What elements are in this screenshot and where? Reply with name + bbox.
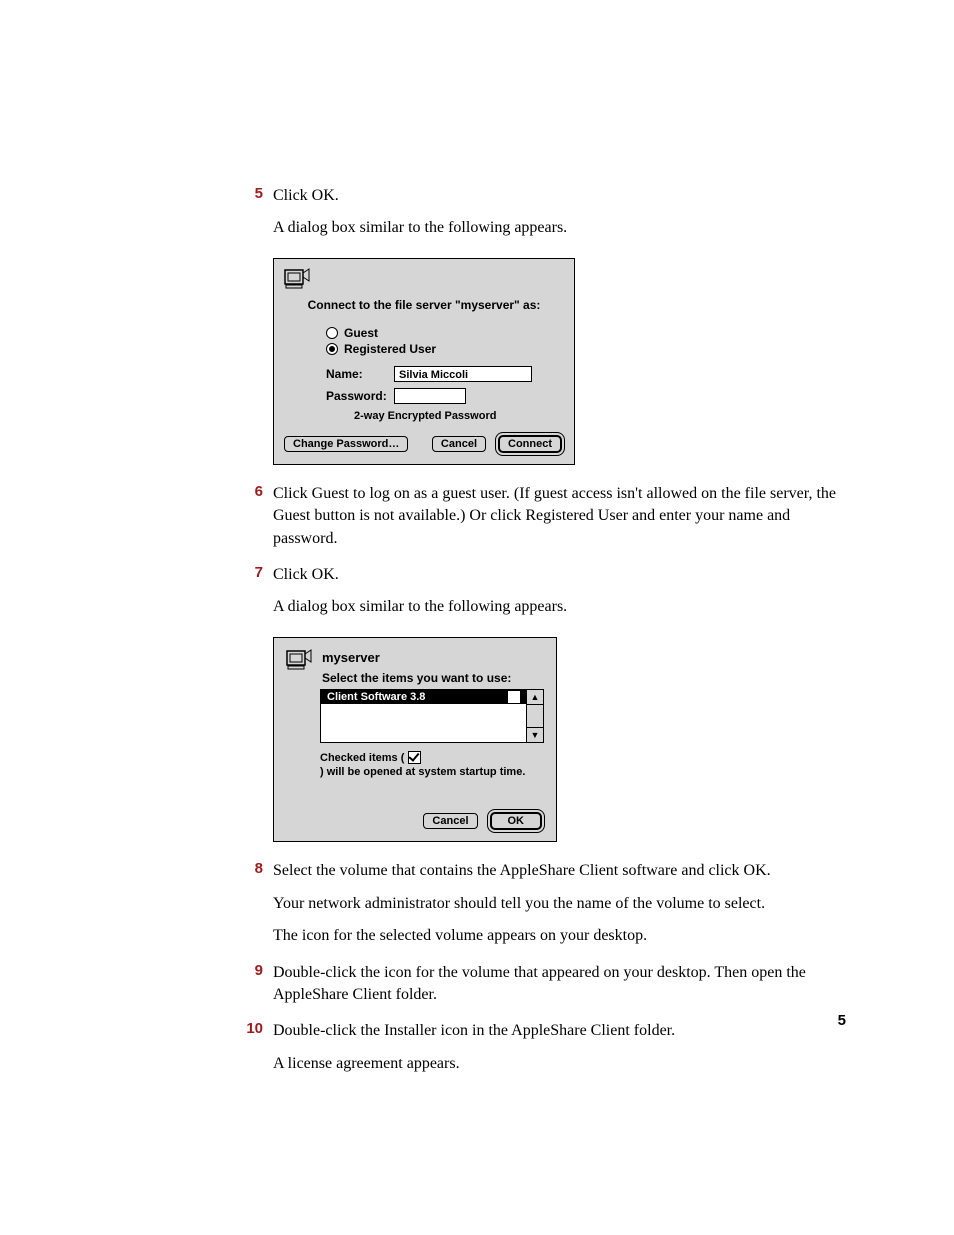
change-password-button[interactable]: Change Password… — [284, 436, 408, 452]
step-text: The icon for the selected volume appears… — [273, 925, 849, 947]
dialog-connect-wrap: Connect to the file server "myserver" as… — [273, 258, 849, 465]
dialog-select: myserver Select the items you want to us… — [273, 637, 557, 843]
step-body: Click OK. A dialog box similar to the fo… — [273, 185, 849, 250]
step-number: 10 — [235, 1020, 273, 1085]
step-text: Your network administrator should tell y… — [273, 893, 849, 915]
step-body: Double-click the icon for the volume tha… — [273, 962, 849, 1017]
registered-label: Registered User — [344, 342, 436, 356]
registered-radio-row[interactable]: Registered User — [326, 342, 564, 356]
step-text: A license agreement appears. — [273, 1053, 849, 1075]
step-text: Select the volume that contains the Appl… — [273, 860, 849, 882]
dialog1-button-row: Change Password… Cancel Connect — [284, 436, 564, 452]
guest-label: Guest — [344, 326, 378, 340]
name-field-row: Name: Silvia Miccoli — [326, 366, 564, 382]
password-field-row: Password: — [326, 388, 564, 404]
dialog-select-wrap: myserver Select the items you want to us… — [273, 637, 849, 843]
step-number: 7 — [235, 564, 273, 629]
page-number: 5 — [838, 1012, 846, 1029]
scrollbar[interactable]: ▲ ▼ — [526, 690, 543, 742]
password-input[interactable] — [394, 388, 466, 404]
name-label: Name: — [326, 367, 394, 381]
step-text: Double-click the icon for the volume tha… — [273, 962, 849, 1007]
dialog2-button-row: Cancel OK — [286, 813, 544, 829]
step-number: 5 — [235, 185, 273, 250]
encryption-note: 2-way Encrypted Password — [354, 410, 564, 422]
step-number: 8 — [235, 860, 273, 957]
step-text: A dialog box similar to the following ap… — [273, 596, 849, 618]
step-text: Double-click the Installer icon in the A… — [273, 1020, 849, 1042]
step-number: 9 — [235, 962, 273, 1017]
checkbox-icon — [508, 691, 520, 703]
select-prompt: Select the items you want to use: — [322, 671, 544, 685]
connect-button[interactable]: Connect — [499, 436, 561, 452]
appleshare-icon — [286, 648, 312, 673]
checked-items-note: Checked items ( ) will be opened at syst… — [320, 751, 544, 780]
guest-radio-row[interactable]: Guest — [326, 326, 564, 340]
password-label: Password: — [326, 389, 394, 403]
ok-button[interactable]: OK — [491, 813, 542, 829]
step-body: Select the volume that contains the Appl… — [273, 860, 849, 957]
name-input[interactable]: Silvia Miccoli — [394, 366, 532, 382]
step-9: 9 Double-click the icon for the volume t… — [235, 962, 849, 1017]
step-7: 7 Click OK. A dialog box similar to the … — [235, 564, 849, 629]
list-item[interactable]: Client Software 3.8 — [321, 690, 526, 704]
checkbox-icon — [408, 751, 421, 764]
step-text: Click Guest to log on as a guest user. (… — [273, 483, 849, 550]
step-body: Click OK. A dialog box similar to the fo… — [273, 564, 849, 629]
radio-icon — [326, 327, 338, 339]
step-text: A dialog box similar to the following ap… — [273, 217, 849, 239]
step-body: Click Guest to log on as a guest user. (… — [273, 483, 849, 560]
note-text: Checked items ( — [320, 751, 404, 765]
dialog-connect: Connect to the file server "myserver" as… — [273, 258, 575, 465]
list-item-label: Client Software 3.8 — [327, 691, 425, 703]
step-number: 6 — [235, 483, 273, 560]
scroll-up-icon[interactable]: ▲ — [527, 690, 543, 705]
scroll-down-icon[interactable]: ▼ — [527, 727, 543, 742]
step-5: 5 Click OK. A dialog box similar to the … — [235, 185, 849, 250]
volume-listbox[interactable]: Client Software 3.8 ▲ ▼ — [320, 689, 544, 743]
step-text: Click OK. — [273, 564, 849, 586]
radio-icon — [326, 343, 338, 355]
step-8: 8 Select the volume that contains the Ap… — [235, 860, 849, 957]
step-6: 6 Click Guest to log on as a guest user.… — [235, 483, 849, 560]
step-text: Click OK. — [273, 185, 849, 207]
step-body: Double-click the Installer icon in the A… — [273, 1020, 849, 1085]
appleshare-icon — [284, 267, 564, 292]
note-text: ) will be opened at system startup time. — [320, 765, 525, 779]
connect-prompt: Connect to the file server "myserver" as… — [284, 298, 564, 312]
cancel-button[interactable]: Cancel — [423, 813, 477, 829]
step-10: 10 Double-click the Installer icon in th… — [235, 1020, 849, 1085]
cancel-button[interactable]: Cancel — [432, 436, 486, 452]
server-name: myserver — [322, 650, 544, 665]
